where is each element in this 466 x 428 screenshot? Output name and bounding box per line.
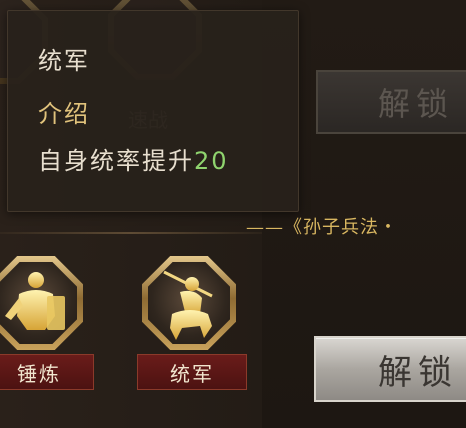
tooltip-description: 自身统率提升20: [38, 141, 229, 176]
tooltip-description-text: 自身统率提升: [38, 147, 194, 175]
unlock-button-disabled[interactable]: 解锁: [316, 70, 466, 134]
armored-warrior-icon: [5, 272, 65, 330]
skill-label: 统军: [137, 354, 247, 390]
quote-text: ——《孙子兵法・: [246, 217, 398, 238]
tooltip-section-heading: 介绍: [38, 100, 90, 128]
unlock-button[interactable]: 解锁: [314, 336, 466, 402]
panel-divider: [0, 232, 262, 234]
skill-tooltip: 统军 介绍 自身统率提升20: [7, 10, 299, 212]
skill-badge[interactable]: [142, 256, 236, 350]
tooltip-description-value: 20: [194, 147, 229, 175]
skill-tile-duanlian[interactable]: 锤炼: [0, 256, 94, 390]
tooltip-title: 统军: [38, 47, 90, 75]
skill-label: 锤炼: [0, 354, 94, 390]
skill-screen: 速战 解锁 ——《孙子兵法・ 锤炼: [0, 0, 466, 428]
mounted-general-icon: [163, 270, 213, 340]
skill-badge[interactable]: [0, 256, 83, 350]
skill-tile-tongjun[interactable]: 统军: [137, 256, 247, 390]
